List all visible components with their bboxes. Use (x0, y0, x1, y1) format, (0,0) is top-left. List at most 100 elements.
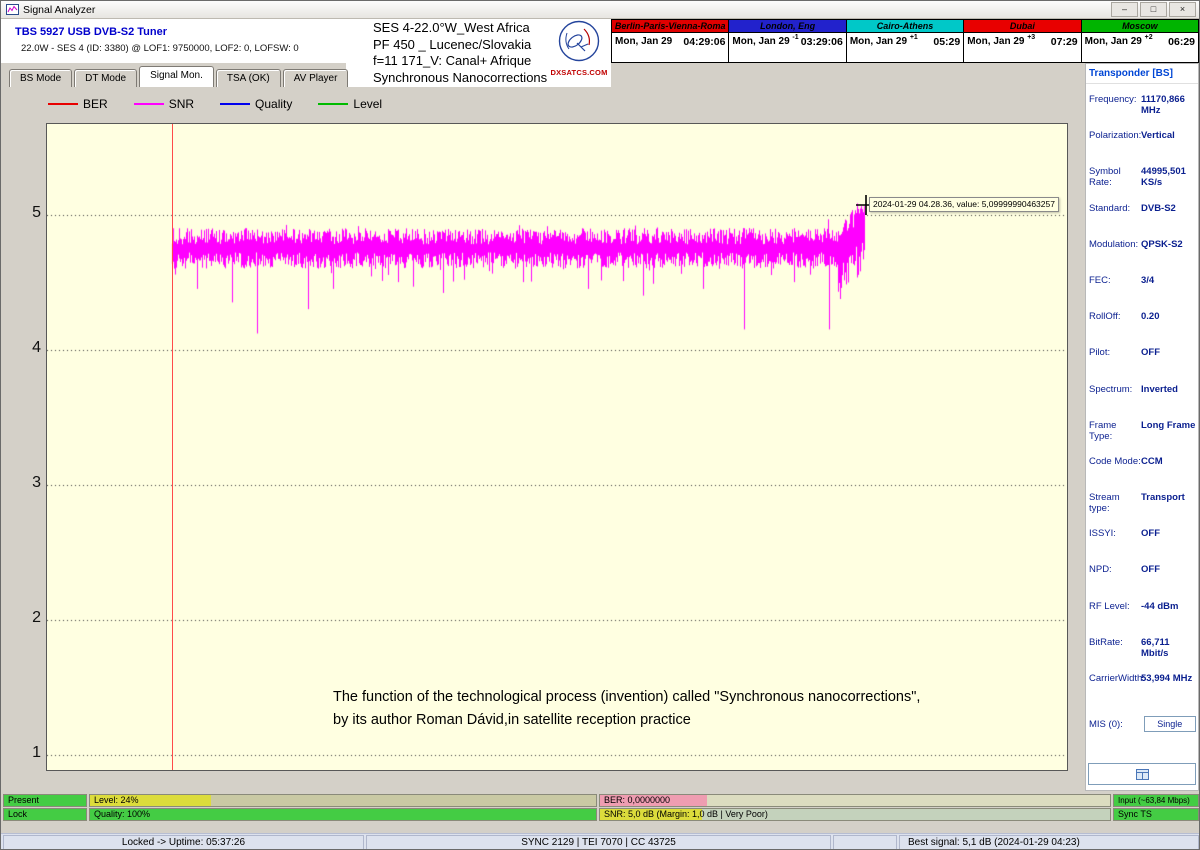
transponder-label: Frequency: (1089, 94, 1141, 105)
tuner-name: TBS 5927 USB DVB-S2 Tuner (15, 26, 167, 38)
annotation-line-2: by its author Roman Dávid,in satellite r… (333, 709, 920, 732)
input-label: Input (~63,84 Mbps) (1118, 795, 1190, 806)
tab-dt-mode[interactable]: DT Mode (74, 69, 137, 87)
snr-bar: SNR: 5,0 dB (Margin: 1,0 dB | Very Poor) (599, 808, 1111, 821)
transponder-value: OFF (1141, 347, 1196, 358)
clock-body: Mon, Jan 29-103:29:06 (729, 33, 845, 62)
ber-bar: BER: 0,0000000 (599, 794, 1111, 807)
transponder-label: Frame Type: (1089, 420, 1141, 442)
statusbar-spacer (833, 835, 897, 850)
clock-body: Mon, Jan 29+1 05:29 (847, 33, 963, 62)
tuner-detail: 22.0W - SES 4 (ID: 3380) @ LOF1: 9750000… (21, 43, 299, 54)
y-axis-tick: 4 (15, 339, 41, 357)
transponder-row: RF Level:-44 dBm (1089, 599, 1196, 635)
transponder-label: RollOff: (1089, 311, 1141, 322)
y-axis-tick: 1 (15, 744, 41, 762)
clock-body: Mon, Jan 2904:29:06 (612, 33, 728, 62)
transponder-value: QPSK-S2 (1141, 239, 1196, 250)
chart-cursor-line (172, 124, 173, 770)
mis-row: MIS (0): Single (1089, 716, 1196, 732)
tab-signal-mon[interactable]: Signal Mon. (139, 66, 214, 87)
level-bar-label: Level: 24% (94, 795, 139, 806)
tab-av-player[interactable]: AV Player (283, 69, 349, 87)
satellite-info-block: SES 4-22.0°W_West Africa PF 450 _ Lucene… (373, 20, 547, 86)
ber-bar-label: BER: 0,0000000 (604, 795, 670, 806)
legend-line-swatch (220, 103, 250, 105)
clock-time: 05:29 (933, 36, 960, 48)
panel-footer-field[interactable] (1088, 763, 1196, 785)
window-controls: – □ × (1111, 2, 1196, 17)
signal-analyzer-window: Signal Analyzer – □ × TBS 5927 USB DVB-S… (0, 0, 1200, 850)
present-indicator: Present (3, 794, 87, 807)
transponder-label: Pilot: (1089, 347, 1141, 358)
legend-label: Level (353, 97, 382, 111)
satellite-info-line-2: PF 450 _ Lucenec/Slovakia (373, 37, 547, 54)
clock-time: 03:29:06 (801, 36, 843, 48)
titlebar[interactable]: Signal Analyzer – □ × (1, 1, 1199, 19)
transponder-row: RollOff:0.20 (1089, 309, 1196, 345)
maximize-button[interactable]: □ (1140, 2, 1167, 17)
y-axis-tick: 5 (15, 204, 41, 222)
transponder-row: CarrierWidth:53,994 MHz (1089, 671, 1196, 707)
transponder-value: DVB-S2 (1141, 203, 1196, 214)
clock-date: Mon, Jan 29 (850, 36, 907, 47)
clock-utc-offset: -1 (792, 34, 798, 41)
status-row-2: Lock Quality: 100% SNR: 5,0 dB (Margin: … (1, 808, 1200, 821)
transponder-label: Polarization: (1089, 130, 1141, 141)
transponder-row: BitRate:66,711 Mbit/s (1089, 635, 1196, 671)
transponder-label: CarrierWidth: (1089, 673, 1141, 684)
transponder-value: Vertical (1141, 130, 1196, 141)
clock-date: Mon, Jan 29 (615, 36, 672, 47)
transponder-label: Standard: (1089, 203, 1141, 214)
transponder-value: OFF (1141, 564, 1196, 575)
transponder-row: Stream type:Transport (1089, 490, 1196, 526)
signal-plot[interactable]: The function of the technological proces… (46, 123, 1068, 771)
transponder-row: Code Mode:CCM (1089, 454, 1196, 490)
logo-caption: DXSATCS.COM (548, 68, 610, 77)
statusbar-counters: SYNC 2129 | TEI 7070 | CC 43725 (366, 835, 831, 850)
transponder-value: 44995,501 KS/s (1141, 166, 1196, 188)
close-button[interactable]: × (1169, 2, 1196, 17)
transponder-row: Pilot:OFF (1089, 345, 1196, 381)
statusbar-lock-uptime: Locked -> Uptime: 05:37:26 (3, 835, 364, 850)
transponder-label: Stream type: (1089, 492, 1141, 514)
clock-moscow: MoscowMon, Jan 29+206:29 (1081, 19, 1199, 63)
mis-select[interactable]: Single (1144, 716, 1197, 732)
clock-body: Mon, Jan 29+307:29 (964, 33, 1080, 62)
clock-utc-offset: +1 (910, 34, 918, 41)
tab-bs-mode[interactable]: BS Mode (9, 69, 72, 87)
transponder-value: 53,994 MHz (1141, 673, 1196, 684)
clock-body: Mon, Jan 29+206:29 (1082, 33, 1198, 62)
satellite-dish-icon (558, 20, 600, 62)
legend-line-swatch (48, 103, 78, 105)
transponder-label: BitRate: (1089, 637, 1141, 648)
clock-city-label: London, Eng (729, 20, 845, 33)
plot-canvas[interactable] (47, 124, 1067, 770)
chart-annotation: The function of the technological proces… (333, 686, 920, 732)
transponder-label: Code Mode: (1089, 456, 1141, 467)
transponder-label: Symbol Rate: (1089, 166, 1141, 188)
snr-bar-label: SNR: 5,0 dB (Margin: 1,0 dB | Very Poor) (604, 809, 768, 820)
transponder-rows: Frequency:11170,866 MHzPolarization:Vert… (1089, 92, 1196, 707)
y-axis-tick: 3 (15, 474, 41, 492)
clock-time: 07:29 (1051, 36, 1078, 48)
statusbar: Locked -> Uptime: 05:37:26 SYNC 2129 | T… (1, 833, 1200, 850)
satellite-info-line-4: Synchronous Nanocorrections (373, 70, 547, 87)
tab-tsa-ok[interactable]: TSA (OK) (216, 69, 281, 87)
mis-label: MIS (0): (1089, 719, 1140, 730)
minimize-button[interactable]: – (1111, 2, 1138, 17)
sync-ts-label: Sync TS (1118, 809, 1152, 820)
status-row-1: Present Level: 24% BER: 0,0000000 Input … (1, 794, 1200, 807)
legend-item-ber: BER (48, 97, 108, 111)
satellite-info-line-3: f=11 171_V: Canal+ Afrique (373, 53, 547, 70)
transponder-label: Spectrum: (1089, 384, 1141, 395)
clock-city-label: Cairo-Athens (847, 20, 963, 33)
transponder-row: Symbol Rate:44995,501 KS/s (1089, 164, 1196, 200)
transponder-row: Spectrum:Inverted (1089, 382, 1196, 418)
transponder-row: ISSYI:OFF (1089, 526, 1196, 562)
clock-date: Mon, Jan 29 (967, 36, 1024, 47)
chart-legend: BERSNRQualityLevel (48, 95, 382, 113)
transponder-row: NPD:OFF (1089, 562, 1196, 598)
world-clocks: Berlin-Paris-Vienna-RomaMon, Jan 2904:29… (611, 19, 1199, 63)
satellite-info-line-1: SES 4-22.0°W_West Africa (373, 20, 547, 37)
